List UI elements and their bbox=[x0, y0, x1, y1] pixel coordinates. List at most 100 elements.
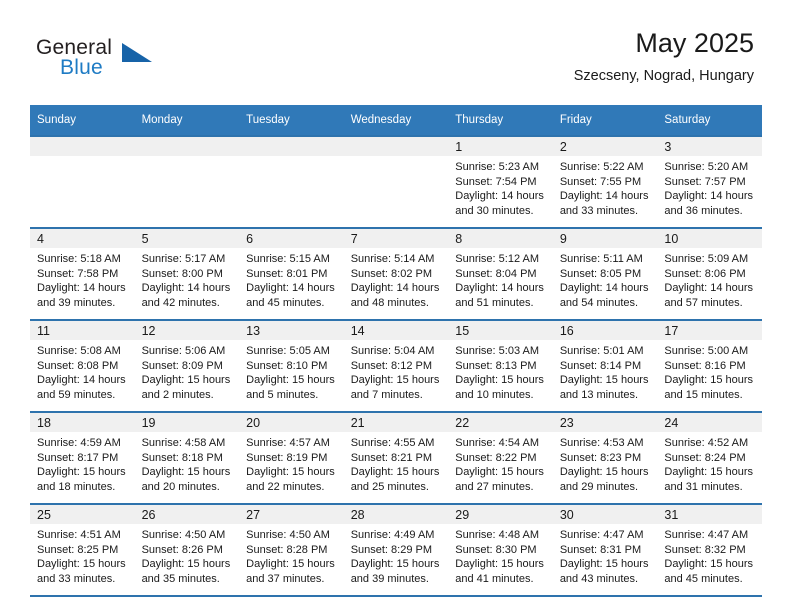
sunrise-text: Sunrise: 4:50 AM bbox=[246, 529, 330, 541]
calendar-day-cell[interactable]: 18 Sunrise: 4:59 AM Sunset: 8:17 PM Dayligh… bbox=[30, 411, 135, 504]
calendar-day-cell[interactable]: 25 Sunrise: 4:51 AM Sunset: 8:25 PM Dayligh… bbox=[30, 503, 135, 597]
calendar-day-cell[interactable]: 26 Sunrise: 4:50 AM Sunset: 8:26 PM Dayligh… bbox=[134, 503, 240, 597]
calendar-table: Sunday Monday Tuesday Wednesday Thursday Frid… bbox=[30, 105, 762, 597]
daylight-text: Daylight: 14 hours bbox=[664, 190, 754, 203]
sunrise-text: Sunrise: 5:12 AM bbox=[455, 253, 540, 265]
calendar-day-cell[interactable]: 28 Sunrise: 4:49 AM Sunset: 8:29 PM Dayligh… bbox=[343, 503, 449, 597]
calendar-day-cell[interactable]: 23 Sunrise: 4:53 AM Sunset: 8:23 PM Dayligh… bbox=[552, 411, 658, 504]
sunset-text: Sunset: 8:17 PM bbox=[37, 451, 119, 464]
calendar-day-cell[interactable]: 7 Sunrise: 5:14 AM Sunset: 8:02 PM Daylight… bbox=[343, 227, 449, 320]
day-number: 12 bbox=[141, 324, 156, 338]
day-cell-inner: 3 Sunrise: 5:20 AM Sunset: 7:57 PM Daylight… bbox=[657, 137, 762, 225]
sunrise-text: Sunrise: 4:49 AM bbox=[350, 529, 435, 541]
calendar-day-cell[interactable]: 15 Sunrise: 5:03 AM Sunset: 8:13 PM Dayligh… bbox=[448, 319, 553, 412]
daylight-text: Daylight: 15 hours bbox=[664, 374, 754, 387]
calendar-day-cell[interactable]: 27 Sunrise: 4:50 AM Sunset: 8:28 PM Dayligh… bbox=[239, 503, 344, 597]
calendar-day-cell[interactable]: 30 Sunrise: 4:47 AM Sunset: 8:31 PM Dayligh… bbox=[552, 503, 658, 597]
day-number-band: 26 bbox=[134, 505, 240, 524]
calendar-day-cell[interactable]: 29 Sunrise: 4:48 AM Sunset: 8:30 PM Dayligh… bbox=[448, 503, 553, 597]
day-cell-details: Sunrise: 5:01 AM Sunset: 8:14 PM Daylight:… bbox=[552, 340, 658, 403]
sunset-text: Sunset: 8:16 PM bbox=[664, 359, 746, 372]
day-cell-inner: 26 Sunrise: 4:50 AM Sunset: 8:26 PM Dayligh… bbox=[134, 505, 240, 593]
day-cell-details: Sunrise: 4:59 AM Sunset: 8:17 PM Daylight:… bbox=[30, 432, 135, 495]
sunset-text: Sunset: 7:54 PM bbox=[455, 175, 537, 188]
day-cell-inner: 12 Sunrise: 5:06 AM Sunset: 8:09 PM Dayligh… bbox=[134, 321, 240, 409]
calendar-day-cell[interactable]: 16 Sunrise: 5:01 AM Sunset: 8:14 PM Dayligh… bbox=[552, 319, 658, 412]
calendar-day-cell[interactable]: 24 Sunrise: 4:52 AM Sunset: 8:24 PM Dayligh… bbox=[657, 411, 762, 504]
day-number: 2 bbox=[559, 140, 567, 154]
sunset-text: Sunset: 8:00 PM bbox=[141, 267, 223, 280]
calendar-day-cell[interactable]: 5 Sunrise: 5:17 AM Sunset: 8:00 PM Daylight… bbox=[134, 227, 240, 320]
day-number: 27 bbox=[246, 508, 261, 522]
calendar-week-row: 1 Sunrise: 5:23 AM Sunset: 7:54 PM Daylight… bbox=[30, 135, 762, 228]
day-number-band: 30 bbox=[552, 505, 658, 524]
calendar-day-cell[interactable]: 2 Sunrise: 5:22 AM Sunset: 7:55 PM Daylight… bbox=[552, 135, 658, 228]
weekday-header-friday: Friday bbox=[552, 105, 658, 136]
day-cell-details: Sunrise: 5:00 AM Sunset: 8:16 PM Daylight:… bbox=[657, 340, 762, 403]
day-cell-inner: 15 Sunrise: 5:03 AM Sunset: 8:13 PM Dayligh… bbox=[448, 321, 553, 409]
sunrise-text: Sunrise: 5:23 AM bbox=[455, 161, 540, 173]
calendar-day-cell[interactable]: 9 Sunrise: 5:11 AM Sunset: 8:05 PM Daylight… bbox=[552, 227, 658, 320]
calendar-day-cell[interactable]: 17 Sunrise: 5:00 AM Sunset: 8:16 PM Dayligh… bbox=[657, 319, 762, 412]
sunset-text: Sunset: 8:32 PM bbox=[664, 543, 746, 556]
day-cell-details: Sunrise: 5:11 AM Sunset: 8:05 PM Daylight:… bbox=[552, 248, 658, 311]
calendar-day-cell[interactable]: 4 Sunrise: 5:18 AM Sunset: 7:58 PM Daylight… bbox=[30, 227, 135, 320]
day-cell-details: Sunrise: 4:58 AM Sunset: 8:18 PM Daylight:… bbox=[134, 432, 240, 495]
calendar-day-cell[interactable]: 1 Sunrise: 5:23 AM Sunset: 7:54 PM Daylight… bbox=[448, 135, 553, 228]
daylight-text: and 54 minutes. bbox=[559, 296, 639, 309]
day-cell-inner bbox=[134, 137, 240, 225]
daylight-text: and 51 minutes. bbox=[455, 296, 534, 309]
calendar-day-cell[interactable]: 19 Sunrise: 4:58 AM Sunset: 8:18 PM Dayligh… bbox=[134, 411, 240, 504]
day-number-band: 21 bbox=[343, 413, 449, 432]
page-header: General Blue May 2025 Szecseny, Nograd, … bbox=[0, 0, 792, 100]
daylight-text: Daylight: 15 hours bbox=[141, 558, 231, 571]
calendar-week-row: 25 Sunrise: 4:51 AM Sunset: 8:25 PM Dayligh… bbox=[30, 503, 762, 597]
daylight-text: and 31 minutes. bbox=[664, 480, 743, 493]
calendar-day-cell[interactable]: 8 Sunrise: 5:12 AM Sunset: 8:04 PM Daylight… bbox=[448, 227, 553, 320]
daylight-text: and 43 minutes. bbox=[559, 572, 639, 585]
calendar-day-cell[interactable]: 20 Sunrise: 4:57 AM Sunset: 8:19 PM Dayligh… bbox=[239, 411, 344, 504]
day-number: 15 bbox=[455, 324, 470, 338]
day-cell-details: Sunrise: 5:15 AM Sunset: 8:01 PM Daylight:… bbox=[239, 248, 344, 311]
location-subtitle: Szecseny, Nograd, Hungary bbox=[573, 68, 754, 85]
calendar-day-cell[interactable]: 3 Sunrise: 5:20 AM Sunset: 7:57 PM Daylight… bbox=[657, 135, 762, 228]
sunrise-text: Sunrise: 5:03 AM bbox=[455, 345, 540, 357]
sunset-text: Sunset: 8:06 PM bbox=[664, 267, 746, 280]
calendar-day-cell[interactable]: 13 Sunrise: 5:05 AM Sunset: 8:10 PM Dayligh… bbox=[239, 319, 344, 412]
day-cell-details: Sunrise: 4:52 AM Sunset: 8:24 PM Daylight:… bbox=[657, 432, 762, 495]
calendar-day-cell[interactable]: 6 Sunrise: 5:15 AM Sunset: 8:01 PM Daylight… bbox=[239, 227, 344, 320]
day-cell-details: Sunrise: 5:22 AM Sunset: 7:55 PM Daylight:… bbox=[552, 156, 658, 219]
day-number: 28 bbox=[350, 508, 365, 522]
calendar-day-cell[interactable]: 12 Sunrise: 5:06 AM Sunset: 8:09 PM Dayligh… bbox=[134, 319, 240, 412]
calendar-day-cell[interactable]: 21 Sunrise: 4:55 AM Sunset: 8:21 PM Dayligh… bbox=[343, 411, 449, 504]
daylight-text: and 41 minutes. bbox=[455, 572, 534, 585]
daylight-text: and 48 minutes. bbox=[350, 296, 429, 309]
sunrise-text: Sunrise: 5:11 AM bbox=[559, 253, 643, 265]
day-number: 3 bbox=[664, 140, 672, 154]
day-cell-details: Sunrise: 5:23 AM Sunset: 7:54 PM Daylight:… bbox=[448, 156, 553, 219]
day-cell-details: Sunrise: 5:09 AM Sunset: 8:06 PM Daylight:… bbox=[657, 248, 762, 311]
day-cell-details: Sunrise: 5:06 AM Sunset: 8:09 PM Daylight:… bbox=[134, 340, 240, 403]
day-cell-details: Sunrise: 4:49 AM Sunset: 8:29 PM Daylight:… bbox=[343, 524, 449, 587]
sunrise-text: Sunrise: 5:15 AM bbox=[246, 253, 330, 265]
daylight-text: Daylight: 14 hours bbox=[455, 190, 544, 203]
calendar-day-cell[interactable]: 22 Sunrise: 4:54 AM Sunset: 8:22 PM Dayligh… bbox=[448, 411, 553, 504]
day-number: 23 bbox=[559, 416, 574, 430]
day-number: 1 bbox=[455, 140, 463, 154]
sunset-text: Sunset: 8:19 PM bbox=[246, 451, 328, 464]
general-blue-logo[interactable]: General Blue bbox=[36, 36, 166, 82]
calendar-day-cell[interactable]: 31 Sunrise: 4:47 AM Sunset: 8:32 PM Dayligh… bbox=[657, 503, 762, 597]
day-number: 7 bbox=[350, 232, 358, 246]
day-cell-inner: 7 Sunrise: 5:14 AM Sunset: 8:02 PM Daylight… bbox=[343, 229, 449, 317]
calendar-day-cell[interactable]: 11 Sunrise: 5:08 AM Sunset: 8:08 PM Dayligh… bbox=[30, 319, 135, 412]
day-cell-inner: 31 Sunrise: 4:47 AM Sunset: 8:32 PM Dayligh… bbox=[657, 505, 762, 593]
day-cell-details: Sunrise: 4:48 AM Sunset: 8:30 PM Daylight:… bbox=[448, 524, 553, 587]
daylight-text: and 33 minutes. bbox=[559, 204, 639, 217]
day-cell-inner: 4 Sunrise: 5:18 AM Sunset: 7:58 PM Daylight… bbox=[30, 229, 135, 317]
calendar-day-cell[interactable]: 14 Sunrise: 5:04 AM Sunset: 8:12 PM Dayligh… bbox=[343, 319, 449, 412]
day-number-band: 20 bbox=[239, 413, 344, 432]
calendar-day-cell[interactable]: 10 Sunrise: 5:09 AM Sunset: 8:06 PM Dayligh… bbox=[657, 227, 762, 320]
sunrise-text: Sunrise: 5:00 AM bbox=[664, 345, 749, 357]
daylight-text: Daylight: 14 hours bbox=[455, 282, 544, 295]
daylight-text: and 20 minutes. bbox=[141, 480, 220, 493]
